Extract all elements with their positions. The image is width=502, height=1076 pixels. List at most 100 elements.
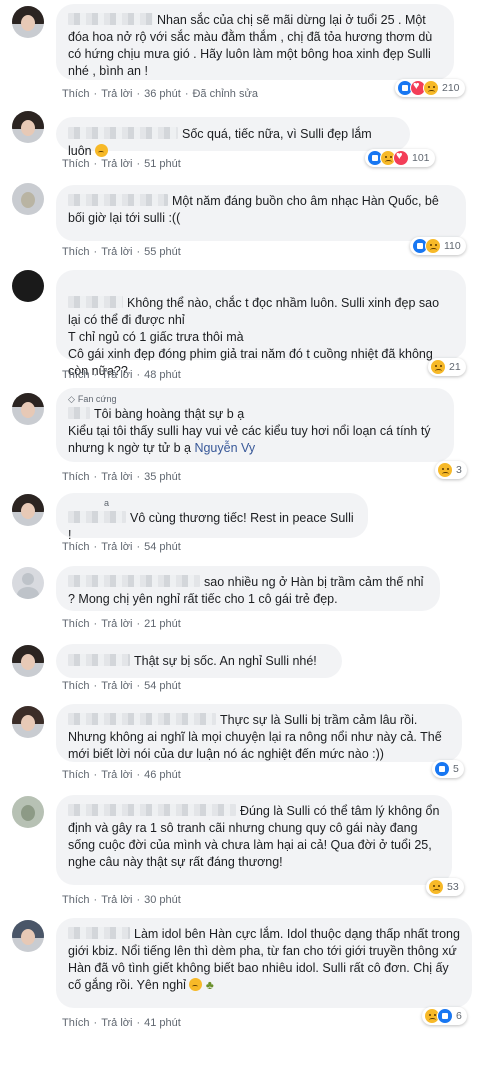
comment-actions: Thích · Trả lời · 54 phút (62, 541, 181, 553)
reply-link[interactable]: Trả lời (101, 680, 132, 692)
blurred-author-name[interactable] (68, 804, 236, 816)
like-reaction-icon (437, 1008, 453, 1024)
like-link[interactable]: Thích (62, 369, 90, 381)
sad-emoji-icon (95, 144, 109, 157)
like-link[interactable]: Thích (62, 246, 90, 258)
blurred-author-name[interactable] (68, 127, 178, 139)
comment-actions: Thích · Trả lời · 30 phút (62, 894, 181, 906)
reply-link[interactable]: Trả lời (101, 158, 132, 170)
sad-reaction-icon (425, 238, 441, 254)
like-link[interactable]: Thích (62, 618, 90, 630)
timestamp[interactable]: 41 phút (144, 1017, 181, 1029)
like-link[interactable]: Thích (62, 769, 90, 781)
comment-text: Không thể nào, chắc t đọc nhầm luôn. Sul… (68, 296, 440, 378)
mention-link[interactable]: Nguyễn Vy (194, 441, 255, 455)
comment-bubble: Thật sự bị sốc. An nghỉ Sulli nhé! (56, 644, 342, 678)
timestamp[interactable]: 35 phút (144, 471, 181, 483)
like-link[interactable]: Thích (62, 680, 90, 692)
comment-actions: Thích · Trả lời · 48 phút (62, 369, 181, 381)
avatar[interactable] (12, 706, 44, 738)
timestamp[interactable]: 30 phút (144, 894, 181, 906)
timestamp[interactable]: 55 phút (144, 246, 181, 258)
like-link[interactable]: Thích (62, 158, 90, 170)
reply-link[interactable]: Trả lời (101, 769, 132, 781)
comment-actions: Thích · Trả lời · 55 phút (62, 246, 181, 258)
like-link[interactable]: Thích (62, 471, 90, 483)
comment-actions: Thích · Trả lời · 35 phút (62, 471, 181, 483)
reaction-count: 21 (449, 361, 461, 373)
reaction-summary[interactable]: 3 (435, 461, 467, 479)
reaction-count: 5 (453, 763, 459, 775)
name-fragment: a (104, 498, 110, 508)
blurred-author-name[interactable] (68, 13, 153, 25)
avatar[interactable] (12, 494, 44, 526)
comment-bubble: ◇ Fan cứng Tôi bàng hoàng thật sự b ạ Kiể… (56, 388, 454, 462)
blurred-author-name[interactable] (68, 575, 200, 587)
reply-link[interactable]: Trả lời (101, 88, 132, 100)
edited-label[interactable]: Đã chỉnh sửa (192, 88, 257, 100)
comment-bubble: Sốc quá, tiếc nữa, vì Sulli đẹp lắm luôn (56, 117, 410, 158)
reaction-count: 6 (456, 1010, 462, 1022)
reaction-summary[interactable]: 101 (365, 149, 435, 167)
reply-link[interactable]: Trả lời (101, 369, 132, 381)
reaction-summary[interactable]: 53 (426, 878, 464, 896)
blurred-author-name[interactable] (68, 296, 123, 308)
like-link[interactable]: Thích (62, 541, 90, 553)
comment-actions: Thích · Trả lời · 54 phút (62, 680, 181, 692)
love-reaction-icon (393, 150, 409, 166)
reaction-count: 53 (447, 881, 459, 893)
avatar[interactable] (12, 393, 44, 425)
comment-actions: Thích · Trả lời · 46 phút (62, 769, 181, 781)
reaction-summary[interactable]: 6 (422, 1007, 467, 1025)
diamond-icon: ◇ (68, 394, 75, 404)
timestamp[interactable]: 36 phút (144, 88, 181, 100)
avatar[interactable] (12, 6, 44, 38)
reaction-summary[interactable]: 110 (410, 237, 466, 255)
avatar[interactable] (12, 567, 44, 599)
comment-bubble: Làm idol bên Hàn cực lắm. Idol thuộc dạn… (56, 918, 472, 1008)
comment-actions: Thích · Trả lời · 21 phút (62, 618, 181, 630)
reply-link[interactable]: Trả lời (101, 1017, 132, 1029)
fan-badge[interactable]: ◇ Fan cứng (68, 393, 442, 405)
timestamp[interactable]: 51 phút (144, 158, 181, 170)
reply-link[interactable]: Trả lời (101, 471, 132, 483)
comment-bubble: Đúng là Sulli có thể tâm lý không ổn địn… (56, 795, 452, 885)
blurred-author-name[interactable] (68, 927, 130, 939)
comment-bubble: sao nhiều ng ở Hàn bị trầm cảm thế nhỉ ?… (56, 566, 440, 611)
reply-link[interactable]: Trả lời (101, 618, 132, 630)
reply-link[interactable]: Trả lời (101, 541, 132, 553)
blurred-author-name[interactable] (68, 654, 130, 666)
reply-link[interactable]: Trả lời (101, 246, 132, 258)
timestamp[interactable]: 54 phút (144, 541, 181, 553)
reaction-summary[interactable]: 210 (395, 79, 465, 97)
reaction-summary[interactable]: 21 (428, 358, 466, 376)
avatar[interactable] (12, 920, 44, 952)
timestamp[interactable]: 21 phút (144, 618, 181, 630)
blurred-author-name[interactable] (68, 511, 126, 523)
blurred-author-name[interactable] (68, 713, 216, 725)
comment-actions: Thích · Trả lời · 36 phút · Đã chỉnh sửa (62, 88, 258, 100)
reaction-summary[interactable]: 5 (432, 760, 464, 778)
pensive-emoji-icon (189, 978, 203, 991)
avatar[interactable] (12, 270, 44, 302)
blurred-author-name[interactable] (68, 407, 90, 419)
like-link[interactable]: Thích (62, 88, 90, 100)
comment-bubble: Nhan sắc của chị sẽ mãi dừng lại ở tuổi … (56, 4, 454, 80)
avatar[interactable] (12, 796, 44, 828)
like-link[interactable]: Thích (62, 894, 90, 906)
timestamp[interactable]: 48 phút (144, 369, 181, 381)
reaction-count: 101 (412, 152, 430, 164)
reaction-count: 3 (456, 464, 462, 476)
timestamp[interactable]: 54 phút (144, 680, 181, 692)
avatar[interactable] (12, 645, 44, 677)
sad-reaction-icon (428, 879, 444, 895)
avatar[interactable] (12, 111, 44, 143)
blurred-author-name[interactable] (68, 194, 168, 206)
comment-bubble: Không thể nào, chắc t đọc nhầm luôn. Sul… (56, 270, 466, 378)
timestamp[interactable]: 46 phút (144, 769, 181, 781)
like-link[interactable]: Thích (62, 1017, 90, 1029)
reaction-count: 110 (444, 240, 461, 252)
reply-link[interactable]: Trả lời (101, 894, 132, 906)
avatar[interactable] (12, 183, 44, 215)
comment-actions: Thích · Trả lời · 41 phút (62, 1017, 181, 1029)
